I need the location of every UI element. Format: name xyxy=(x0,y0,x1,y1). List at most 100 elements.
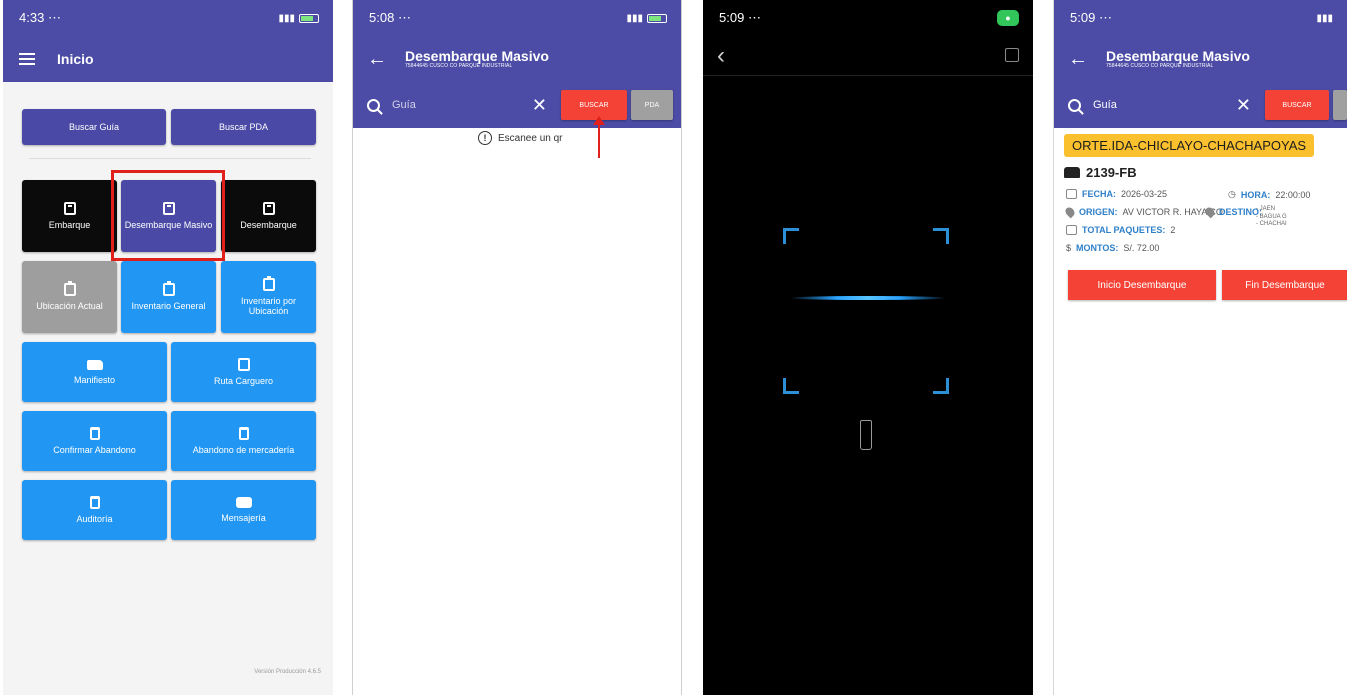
screen-desembarque-masivo: 5:08 ⋯ ▮▮▮ ← Desembarque Masivo 75844645… xyxy=(352,0,682,695)
scan-frame-corner xyxy=(933,228,949,244)
mensajeria-tile[interactable]: Mensajería xyxy=(171,480,316,540)
hora-row: ◷ HORA: 22:00:00 xyxy=(1228,189,1311,200)
trash-icon xyxy=(89,496,100,509)
back-arrow-icon[interactable]: ← xyxy=(1068,48,1094,71)
gallery-icon[interactable] xyxy=(1005,48,1019,62)
chat-icon xyxy=(235,497,252,508)
abandono-mercaderia-tile[interactable]: Abandono de mercadería xyxy=(171,411,316,471)
origen-row: ORIGEN: AV VICTOR R. HAYA CO xyxy=(1063,205,1223,219)
desembarque-tile[interactable]: Desembarque xyxy=(221,180,316,252)
search-input[interactable]: Guía xyxy=(1093,99,1236,111)
scan-frame-corner xyxy=(933,378,949,394)
camera-icon: ● xyxy=(997,10,1019,26)
status-icons: ▮▮▮ xyxy=(1316,13,1333,24)
menu-icon[interactable] xyxy=(19,53,35,65)
page-subtitle: 75844645 CUSCO CO PARQUE INDUSTRIAL xyxy=(1106,62,1214,69)
back-arrow-icon[interactable]: ← xyxy=(367,48,393,71)
battery-icon xyxy=(647,13,667,23)
signal-icon: ▮▮▮ xyxy=(278,12,295,24)
fin-desembarque-button[interactable]: Fin Desembarque xyxy=(1222,270,1347,300)
archive-icon xyxy=(262,202,275,215)
status-bar: 5:08 ⋯ ▮▮▮ xyxy=(353,0,681,36)
route-chip: ORTE.IDA-CHICLAYO-CHACHAPOYAS xyxy=(1064,134,1315,157)
vehicle-plate: 2139-FB xyxy=(1064,165,1137,180)
bus-icon xyxy=(1064,167,1080,178)
app-bar: ← Desembarque Masivo 75844645 CUSCO CO P… xyxy=(353,36,681,82)
buscar-pda-button[interactable]: Buscar PDA xyxy=(171,109,316,145)
screen-desembarque-result: 5:09 ⋯ ▮▮▮ ← Desembarque Masivo 75844645… xyxy=(1053,0,1347,695)
scan-line xyxy=(789,296,947,300)
truck-icon xyxy=(86,359,103,370)
pda-button[interactable] xyxy=(1333,90,1347,120)
app-bar: Inicio xyxy=(3,36,333,82)
clipboard-icon xyxy=(63,281,76,296)
app-bar: ← Desembarque Masivo 75844645 CUSCO CO P… xyxy=(1054,36,1347,82)
location-icon xyxy=(1203,205,1217,219)
page-subtitle: 75844645 CUSCO CO PARQUE INDUSTRIAL xyxy=(405,62,513,69)
auditoria-tile[interactable]: Auditoría xyxy=(22,480,167,540)
status-time: 4:33 xyxy=(19,10,45,25)
trash-icon xyxy=(238,427,249,440)
ubicacion-actual-tile[interactable]: Ubicación Actual xyxy=(22,261,117,333)
destino-row: DESTINO: xyxy=(1203,205,1262,219)
signal-icon: ▮▮▮ xyxy=(626,12,643,24)
clipboard-icon xyxy=(262,276,275,291)
pda-button[interactable]: PDA xyxy=(631,90,673,120)
back-chevron-icon[interactable]: ‹ xyxy=(717,42,725,70)
book-icon xyxy=(237,358,250,371)
embarque-tile[interactable]: Embarque xyxy=(22,180,117,252)
page-title: Desembarque Masivo xyxy=(405,48,549,65)
fecha-row: FECHA: 2026-03-25 xyxy=(1066,189,1167,199)
version-label: Versión Producción 4.6.5 xyxy=(254,669,321,675)
signal-icon: ▮▮▮ xyxy=(1316,12,1333,24)
inventario-general-tile[interactable]: Inventario General xyxy=(121,261,216,333)
status-time: 5:09 xyxy=(719,10,745,25)
destino-list: - JAEN - BAGUA G - CHACHAI xyxy=(1256,206,1287,227)
scan-frame-corner xyxy=(783,378,799,394)
manifiesto-tile[interactable]: Manifiesto xyxy=(22,342,167,402)
scanner-top-bar: ‹ xyxy=(703,36,1033,76)
package-icon xyxy=(1066,225,1077,235)
location-icon xyxy=(1063,205,1077,219)
inventario-ubicacion-tile[interactable]: Inventario por Ubicación xyxy=(221,261,316,333)
page-title: Desembarque Masivo xyxy=(1106,48,1250,65)
buscar-button[interactable]: BUSCAR xyxy=(1265,90,1329,120)
dollar-icon: $ xyxy=(1066,243,1072,253)
calendar-icon xyxy=(1066,189,1077,199)
scan-frame-corner xyxy=(783,228,799,244)
status-bar: 4:33 ⋯ ▮▮▮ xyxy=(3,0,333,36)
ruta-carguero-tile[interactable]: Ruta Carguero xyxy=(171,342,316,402)
highlight-box xyxy=(111,170,225,261)
close-icon[interactable]: ✕ xyxy=(1236,95,1251,116)
clipboard-icon xyxy=(162,281,175,296)
status-icons: ▮▮▮ xyxy=(278,13,319,24)
trash-icon xyxy=(89,427,100,440)
search-bar: Guía ✕ BUSCAR xyxy=(1054,82,1347,128)
status-bar: 5:09 ⋯ ▮▮▮ xyxy=(1054,0,1347,36)
status-icons: ▮▮▮ xyxy=(626,13,667,24)
total-paquetes-row: TOTAL PAQUETES: 2 xyxy=(1066,225,1175,235)
inicio-desembarque-button[interactable]: Inicio Desembarque xyxy=(1068,270,1216,300)
page-title: Inicio xyxy=(57,51,94,67)
status-bar: 5:09 ⋯ ● xyxy=(703,0,1033,36)
clock-icon: ◷ xyxy=(1228,189,1236,199)
search-icon xyxy=(367,98,380,112)
search-icon xyxy=(1068,98,1081,112)
status-time: 5:09 xyxy=(1070,10,1096,25)
screen-inicio: 4:33 ⋯ ▮▮▮ Inicio Buscar Guía Buscar PDA… xyxy=(3,0,333,695)
buscar-guia-button[interactable]: Buscar Guía xyxy=(22,109,166,145)
battery-icon xyxy=(299,13,319,23)
alert-icon: ! xyxy=(478,131,492,145)
screen-qr-scanner: 5:09 ⋯ ● ‹ xyxy=(703,0,1033,695)
annotation-arrow xyxy=(593,116,605,158)
divider xyxy=(29,158,311,159)
box-icon xyxy=(63,202,76,215)
status-time: 5:08 xyxy=(369,10,395,25)
search-bar: Guía ✕ BUSCAR PDA xyxy=(353,82,681,128)
flashlight-icon[interactable] xyxy=(860,420,872,450)
search-input[interactable]: Guía xyxy=(392,99,532,111)
scan-hint: ! Escanee un qr xyxy=(478,131,563,145)
montos-row: $ MONTOS: S/. 72.00 xyxy=(1066,243,1160,253)
close-icon[interactable]: ✕ xyxy=(532,95,547,116)
confirmar-abandono-tile[interactable]: Confirmar Abandono xyxy=(22,411,167,471)
